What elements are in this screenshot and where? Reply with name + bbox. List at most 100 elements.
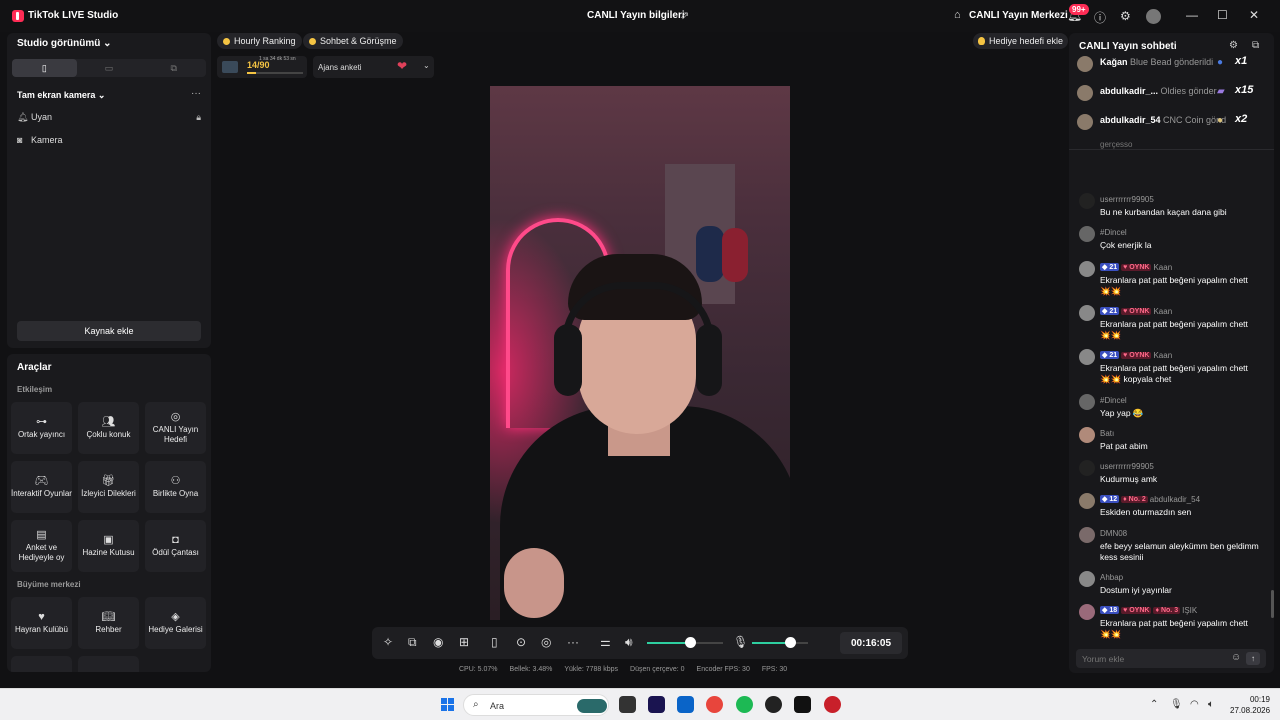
share-icon[interactable]: ⇗ — [680, 9, 689, 22]
avatar[interactable] — [1079, 349, 1095, 365]
chrome-icon[interactable] — [706, 696, 723, 713]
taskbar-clock[interactable]: 00:19 27.08.2026 — [1230, 694, 1270, 716]
landscape-icon[interactable]: ▭ — [77, 59, 142, 77]
avatar[interactable] — [1079, 527, 1095, 543]
avatar[interactable] — [1079, 305, 1095, 321]
tool-play-together[interactable]: ⚇ Birlikte Oyna — [145, 461, 206, 513]
send-button[interactable]: ↑ — [1246, 652, 1260, 665]
github-icon[interactable] — [765, 696, 782, 713]
tool-live-goal[interactable]: ◎ CANLI Yayın Hedefi — [145, 402, 206, 454]
tool-fan-club[interactable]: ♥ Hayran Kulübü — [11, 597, 72, 649]
chevron-up-icon[interactable]: ⌃ — [1150, 699, 1158, 710]
agency-poll-dropdown[interactable]: Ajans anketi ❤ ⌄ — [313, 56, 434, 78]
camera-effects-icon[interactable]: ◉ — [433, 635, 443, 649]
avatar[interactable] — [1079, 427, 1095, 443]
source-item[interactable]: ◙ Kamera — [17, 135, 63, 145]
speaker-icon[interactable]: 🔊︎ — [625, 635, 633, 650]
live-info-title[interactable]: CANLI Yayın bilgileri — [587, 10, 685, 21]
chat-scrollbar[interactable] — [1271, 590, 1274, 618]
gear-icon[interactable]: ⚙ — [1120, 9, 1131, 23]
dual-layout-icon[interactable]: ⧉ — [141, 59, 206, 77]
avatar[interactable] — [1079, 493, 1095, 509]
chat-username[interactable]: ◆ 21 ♥ OYNK Kaan — [1100, 351, 1172, 360]
chat-username[interactable]: ◆ 21 ♥ OYNK Kaan — [1100, 263, 1172, 272]
more-icon[interactable]: ··· — [567, 635, 579, 649]
spotify-icon[interactable] — [736, 696, 753, 713]
close-icon[interactable]: ✕ — [1249, 8, 1259, 22]
avatar[interactable] — [1146, 9, 1161, 24]
task-view-icon[interactable] — [619, 696, 636, 713]
windows-start-icon[interactable] — [441, 698, 455, 712]
add-source-button[interactable]: Kaynak ekle — [17, 321, 201, 341]
lock-icon[interactable]: 🔒︎ — [196, 112, 201, 123]
tool-more[interactable]: ▦ — [11, 656, 72, 672]
volume-knob[interactable] — [684, 637, 696, 648]
live-video-preview[interactable] — [490, 86, 790, 620]
chat-username[interactable]: Ahbap — [1100, 573, 1123, 582]
chat-username[interactable]: #Dincel — [1100, 228, 1127, 237]
tool-co-host[interactable]: ⊶ Ortak yayıncı — [11, 402, 72, 454]
tool-viewer-wishes[interactable]: 🎁︎ İzleyici Dilekleri — [78, 461, 139, 513]
chat-username[interactable]: DMN08 — [1100, 529, 1127, 538]
mic-slider[interactable] — [752, 642, 808, 644]
magic-wand-icon[interactable]: ✧ — [383, 635, 393, 649]
tool-reward-bag[interactable]: ◘ Ödül Çantası — [145, 520, 206, 572]
more-icon[interactable]: ··· — [191, 88, 201, 99]
tool-guide[interactable]: 📖︎ Rehber — [78, 597, 139, 649]
taskbar-search[interactable]: ⌕ Ara — [463, 694, 609, 716]
chat-username[interactable]: ◆ 18 ♥ OYNK ♦ No. 3 IŞIK — [1100, 606, 1197, 615]
add-media-icon[interactable]: ⊞ — [459, 635, 469, 649]
avatar[interactable] — [1079, 394, 1095, 410]
outlook-icon[interactable] — [677, 696, 694, 713]
scene-dropdown[interactable]: Tam ekran kamera ⌄ — [17, 90, 105, 101]
speaker-icon[interactable]: 🔈︎ — [1208, 699, 1214, 710]
chat-call-chip[interactable]: Sohbet & Görüşme — [303, 33, 403, 49]
tool-poll[interactable]: ▤ Anket ve Hediyeyle oy — [11, 520, 72, 572]
studio-view-dropdown[interactable]: Studio görünümü ⌄ — [17, 38, 112, 49]
popout-icon[interactable]: ⧉ — [1252, 40, 1259, 51]
microphone-icon[interactable]: 🎙︎ — [1170, 699, 1183, 710]
tool-gift-gallery[interactable]: ◈ Hediye Galerisi — [145, 597, 206, 649]
wifi-icon[interactable]: ◠ — [1190, 699, 1199, 710]
record-icon[interactable]: ⊙ — [516, 635, 526, 649]
chat-username[interactable]: ◆ 12 ♦ No. 2 abdulkadir_54 — [1100, 495, 1200, 504]
avatar[interactable] — [1079, 226, 1095, 242]
clip-icon[interactable]: ◎ — [541, 635, 551, 649]
maximize-icon[interactable]: ☐ — [1217, 8, 1228, 22]
avatar[interactable] — [1079, 261, 1095, 277]
comment-input[interactable] — [1082, 652, 1222, 665]
screen-share-icon[interactable]: ⧉ — [408, 635, 417, 650]
add-gift-goal-button[interactable]: Hediye hedefi ekle — [973, 33, 1069, 49]
phone-icon[interactable]: ▯ — [491, 635, 498, 649]
live-center-button[interactable]: CANLI Yayın Merkezi — [969, 10, 1068, 21]
tool-more[interactable]: ✦ — [78, 656, 139, 672]
username-text: userrrrrrr99905 — [1100, 195, 1154, 204]
gear-icon[interactable]: ⚙ — [1229, 40, 1238, 51]
adjust-icon[interactable]: ⚌ — [600, 635, 611, 649]
chat-username[interactable]: userrrrrrr99905 — [1100, 195, 1154, 204]
tiktok-icon[interactable] — [794, 696, 811, 713]
hourly-ranking-chip[interactable]: Hourly Ranking — [217, 33, 302, 49]
tool-multi-guest[interactable]: 👥︎ Çoklu konuk — [78, 402, 139, 454]
source-item[interactable]: 🔔︎ Uyan — [17, 112, 52, 123]
portrait-icon[interactable]: ▯ — [12, 59, 77, 77]
mic-knob[interactable] — [785, 637, 797, 648]
emoji-icon[interactable]: ☺ — [1231, 652, 1241, 663]
tool-interactive-games[interactable]: 🎮︎ İnteraktif Oyunlar — [11, 461, 72, 513]
after-effects-icon[interactable] — [648, 696, 665, 713]
chat-username[interactable]: #Dincel — [1100, 396, 1127, 405]
avatar[interactable] — [1079, 193, 1095, 209]
home-icon[interactable]: ⌂ — [954, 9, 961, 21]
avatar[interactable] — [1079, 571, 1095, 587]
chat-username[interactable]: ◆ 21 ♥ OYNK Kaan — [1100, 307, 1172, 316]
tiktok-live-studio-icon[interactable] — [824, 696, 841, 713]
chat-username[interactable]: Batı — [1100, 429, 1114, 438]
live-goal-widget[interactable]: 14/90 1 sa 34 dk 53 sn — [217, 56, 307, 78]
microphone-icon[interactable]: 🎙︎ — [733, 635, 748, 649]
tool-treasure-box[interactable]: ▣ Hazine Kutusu — [78, 520, 139, 572]
chat-username[interactable]: userrrrrrr99905 — [1100, 462, 1154, 471]
avatar[interactable] — [1079, 604, 1095, 620]
avatar[interactable] — [1079, 460, 1095, 476]
minimize-icon[interactable]: — — [1186, 8, 1198, 22]
help-icon[interactable]: ⓘ — [1094, 9, 1106, 26]
